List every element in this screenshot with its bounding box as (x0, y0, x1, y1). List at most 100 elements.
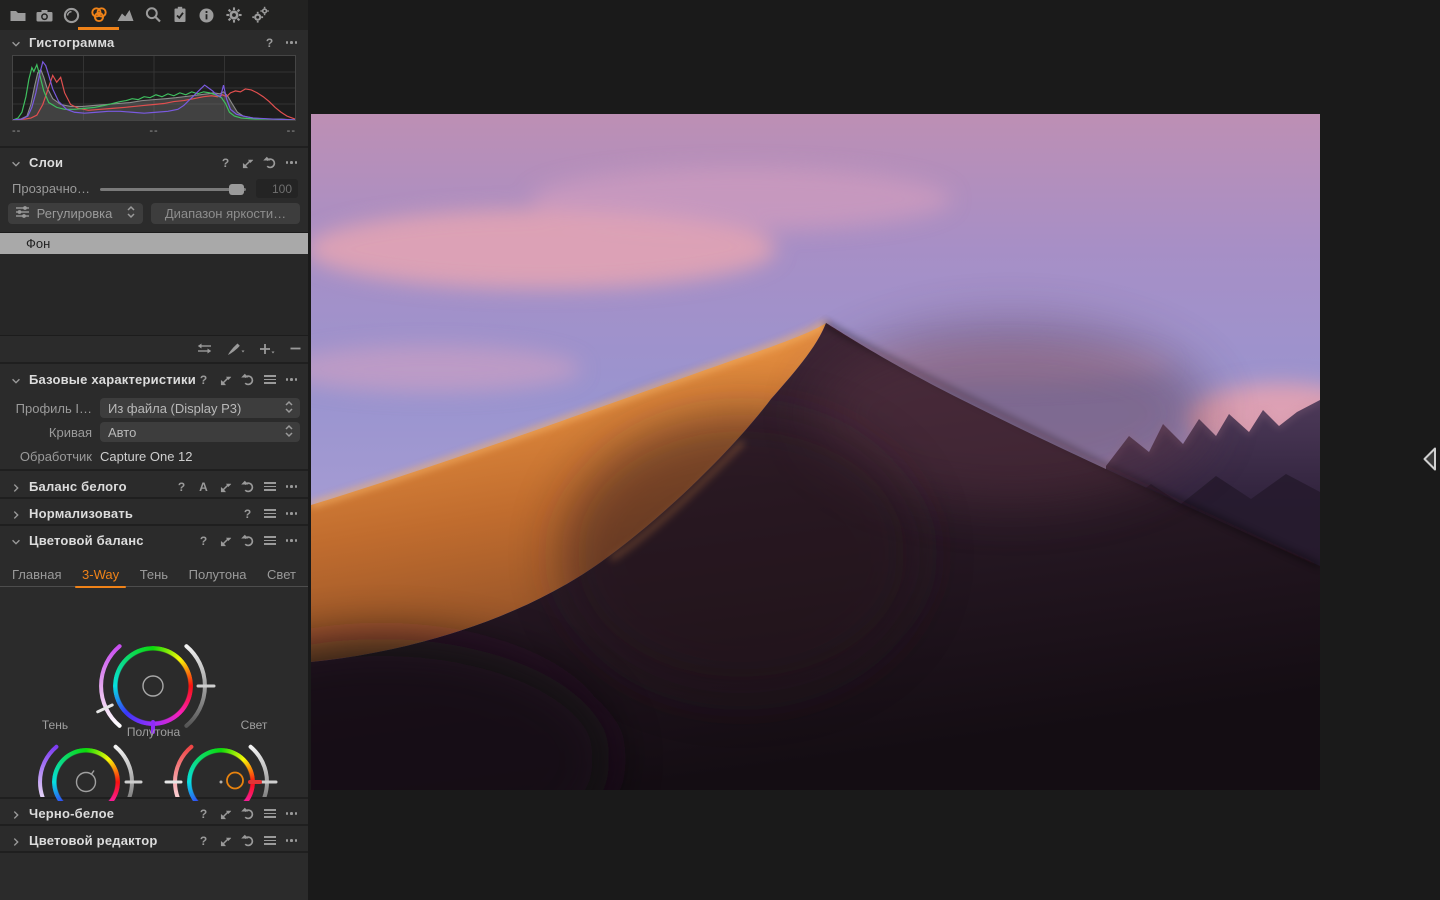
panel-black-white-header[interactable]: Черно-белое ? (0, 801, 308, 826)
help-icon[interactable]: ? (263, 36, 276, 49)
panel-base-header[interactable]: Базовые характеристики ? (0, 367, 308, 392)
midtone-color-picker[interactable] (142, 675, 164, 697)
expand-icon[interactable] (219, 373, 232, 386)
more-icon[interactable] (285, 156, 298, 169)
chevron-right-icon[interactable] (10, 508, 22, 520)
more-icon[interactable] (285, 507, 298, 520)
curves-icon[interactable] (115, 0, 136, 30)
panel-title: Базовые характеристики (29, 372, 196, 387)
light-saturation-arc[interactable] (173, 744, 194, 797)
help-icon[interactable]: ? (197, 373, 210, 386)
more-icon[interactable] (285, 373, 298, 386)
reset-icon[interactable] (241, 807, 254, 820)
engine-value: Capture One 12 (100, 449, 193, 464)
info-icon[interactable] (196, 0, 217, 30)
layer-row-background[interactable]: Фон (0, 233, 308, 254)
add-layer-icon[interactable] (259, 342, 275, 361)
expand-icon[interactable] (219, 807, 232, 820)
opacity-slider-handle[interactable] (229, 184, 244, 195)
gear-icon[interactable] (223, 0, 244, 30)
help-icon[interactable]: ? (175, 480, 188, 493)
light-color-picker[interactable] (226, 771, 244, 790)
loupe-icon[interactable] (142, 0, 163, 30)
tab-main[interactable]: Главная (12, 562, 61, 587)
folder-icon[interactable] (7, 0, 28, 30)
tab-shadow[interactable]: Тень (140, 562, 168, 587)
photo-canvas[interactable] (311, 114, 1320, 790)
more-icon[interactable] (285, 480, 298, 493)
camera-icon[interactable] (34, 0, 55, 30)
shadow-wheel-controls[interactable] (38, 744, 143, 797)
color-adjustments-icon[interactable] (78, 0, 119, 30)
tab-light[interactable]: Свет (267, 562, 296, 587)
curve-value: Авто (108, 424, 137, 440)
luma-range-button[interactable]: Диапазон яркости… (151, 203, 300, 224)
panel-title: Баланс белого (29, 479, 127, 494)
copy-adjustments-icon[interactable] (197, 342, 212, 360)
remove-layer-icon[interactable] (289, 342, 302, 360)
adjustment-type-dropdown[interactable]: Регулировка (8, 203, 143, 224)
panel-layers-header[interactable]: Слои ? (0, 150, 308, 175)
opacity-slider[interactable] (100, 184, 246, 195)
expand-icon[interactable] (219, 834, 232, 847)
help-icon[interactable]: ? (197, 534, 210, 547)
curve-select[interactable]: Авто (100, 422, 300, 442)
histogram-plot (12, 55, 296, 121)
presets-menu-icon[interactable] (263, 807, 276, 820)
workflow-gears-icon[interactable] (250, 0, 271, 30)
panel-histogram-header[interactable]: Гистограмма ? (0, 30, 308, 55)
presets-menu-icon[interactable] (263, 834, 276, 847)
tab-midtone[interactable]: Полутона (189, 562, 247, 587)
presets-menu-icon[interactable] (263, 373, 276, 386)
viewer-area (308, 0, 1440, 900)
shadow-color-picker[interactable] (75, 771, 97, 793)
presets-menu-icon[interactable] (263, 480, 276, 493)
reset-icon[interactable] (263, 156, 276, 169)
more-icon[interactable] (285, 834, 298, 847)
reset-icon[interactable] (241, 480, 254, 493)
chevron-down-icon[interactable] (10, 535, 22, 547)
chevron-right-icon[interactable] (10, 808, 22, 820)
panel-normalize-header[interactable]: Нормализовать ? (0, 501, 308, 526)
chevron-down-icon[interactable] (10, 37, 22, 49)
panel-color-editor-header[interactable]: Цветовой редактор ? (0, 828, 308, 853)
reset-icon[interactable] (241, 373, 254, 386)
more-icon[interactable] (285, 534, 298, 547)
panel-normalize: Нормализовать ? (0, 501, 308, 526)
reset-icon[interactable] (241, 834, 254, 847)
draw-mask-brush-icon[interactable] (226, 342, 245, 361)
light-lightness-arc[interactable] (248, 744, 269, 797)
midtone-saturation-arc[interactable] (99, 644, 122, 728)
more-icon[interactable] (285, 807, 298, 820)
shadow-wheel-label: Тень (41, 718, 69, 732)
tab-3way[interactable]: 3-Way (75, 562, 127, 588)
shadow-saturation-arc[interactable] (38, 744, 59, 797)
expand-icon[interactable] (241, 156, 254, 169)
reset-icon[interactable] (241, 534, 254, 547)
shadow-lightness-arc[interactable] (113, 744, 134, 797)
chevron-down-icon[interactable] (10, 374, 22, 386)
help-icon[interactable]: ? (241, 507, 254, 520)
presets-menu-icon[interactable] (263, 507, 276, 520)
chevron-right-icon[interactable] (10, 481, 22, 493)
axis-label-left: -- (12, 125, 22, 137)
lens-icon[interactable] (61, 0, 82, 30)
help-icon[interactable]: ? (197, 807, 210, 820)
opacity-value-field[interactable]: 100 (256, 179, 298, 198)
chevron-right-icon[interactable] (10, 835, 22, 847)
help-icon[interactable]: ? (219, 156, 232, 169)
expand-icon[interactable] (219, 480, 232, 493)
icc-profile-select[interactable]: Из файла (Display P3) (100, 398, 300, 418)
expand-icon[interactable] (219, 534, 232, 547)
presets-menu-icon[interactable] (263, 534, 276, 547)
right-panel-collapse-arrow[interactable] (1422, 446, 1438, 472)
help-icon[interactable]: ? (197, 834, 210, 847)
auto-adjust-icon[interactable]: A (197, 480, 210, 493)
panel-color-balance-header[interactable]: Цветовой баланс ? (0, 528, 308, 553)
light-wheel-controls[interactable] (164, 744, 278, 797)
panel-white-balance-header[interactable]: Баланс белого ? A (0, 474, 308, 499)
more-icon[interactable] (285, 36, 298, 49)
midtone-wheel-controls[interactable] (96, 644, 216, 734)
clipboard-check-icon[interactable] (169, 0, 190, 30)
chevron-down-icon[interactable] (10, 157, 22, 169)
